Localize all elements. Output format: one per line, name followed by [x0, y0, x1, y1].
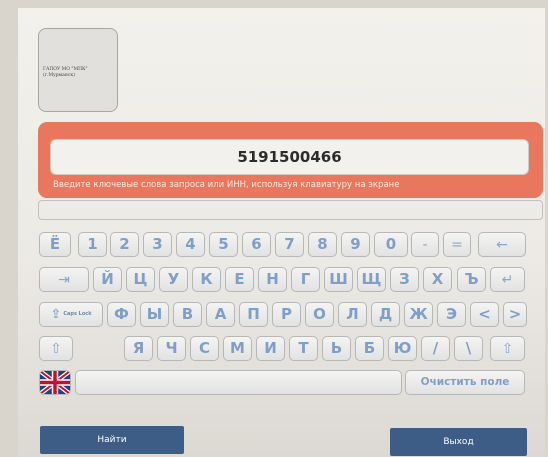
key-greater-than[interactable]: > [503, 302, 527, 327]
key-с[interactable]: С [190, 336, 219, 361]
key-д[interactable]: Д [371, 302, 400, 327]
find-button[interactable]: Найти [40, 426, 184, 454]
key-й[interactable]: Й [93, 267, 122, 292]
shift-right-key[interactable]: ⇧ [490, 336, 525, 361]
shift-left-key[interactable]: ⇧ [39, 336, 73, 361]
uk-flag-icon [40, 371, 70, 394]
key-а[interactable]: А [206, 302, 235, 327]
key-ш[interactable]: Ш [324, 267, 353, 292]
key-э[interactable]: Э [437, 302, 466, 327]
key-ы[interactable]: Ы [140, 302, 169, 327]
kiosk-screen: ГАПОУ МО "МПК" (г.Мурманск) 5191500466 В… [18, 8, 545, 457]
tab-key[interactable]: ⇥ [39, 267, 89, 292]
key-ъ[interactable]: Ъ [457, 267, 486, 292]
key-less-than[interactable]: < [470, 302, 499, 327]
search-hint: Введите ключевые слова запроса или ИНН, … [53, 180, 400, 190]
key-1[interactable]: 1 [78, 232, 107, 257]
key-п[interactable]: П [239, 302, 268, 327]
key-л[interactable]: Л [338, 302, 367, 327]
exit-button[interactable]: Выход [390, 428, 527, 456]
key-7[interactable]: 7 [275, 232, 304, 257]
key-т[interactable]: Т [289, 336, 318, 361]
key-9[interactable]: 9 [341, 232, 370, 257]
search-input[interactable]: 5191500466 [50, 139, 529, 175]
key-8[interactable]: 8 [308, 232, 337, 257]
key-б[interactable]: Б [355, 336, 384, 361]
key-я[interactable]: Я [124, 336, 153, 361]
key-ж[interactable]: Ж [404, 302, 433, 327]
caps-lock-key[interactable]: ⇪ Caps Lock [39, 302, 103, 327]
key-з[interactable]: З [390, 267, 419, 292]
key-4[interactable]: 4 [176, 232, 205, 257]
key-minus[interactable]: - [411, 232, 439, 257]
backspace-key[interactable]: ← [478, 232, 526, 257]
key-и[interactable]: И [256, 336, 285, 361]
key-щ[interactable]: Щ [357, 267, 386, 292]
key-yo[interactable]: Ё [39, 232, 71, 257]
key-3[interactable]: 3 [143, 232, 172, 257]
key-0[interactable]: 0 [374, 232, 408, 257]
key-ф[interactable]: Ф [107, 302, 136, 327]
key-х[interactable]: Х [423, 267, 452, 292]
key-р[interactable]: Р [272, 302, 301, 327]
key-2[interactable]: 2 [110, 232, 139, 257]
key-ц[interactable]: Ц [126, 267, 155, 292]
key-6[interactable]: 6 [242, 232, 271, 257]
organization-name-line2: (г.Мурманск) [43, 73, 75, 78]
clear-field-button[interactable]: Очистить поле [405, 370, 525, 395]
language-switch-key[interactable] [39, 370, 71, 395]
organization-logo-card: ГАПОУ МО "МПК" (г.Мурманск) [38, 28, 118, 112]
key-slash[interactable]: / [421, 336, 450, 361]
key-ч[interactable]: Ч [157, 336, 186, 361]
caps-lock-label: Caps Lock [63, 311, 92, 317]
caps-lock-icon: ⇪ [50, 307, 62, 322]
key-н[interactable]: Н [258, 267, 287, 292]
space-key[interactable] [75, 370, 402, 395]
enter-key[interactable]: ↵ [490, 267, 525, 292]
key-ь[interactable]: Ь [322, 336, 351, 361]
key-о[interactable]: О [305, 302, 334, 327]
key-г[interactable]: Г [291, 267, 320, 292]
key-е[interactable]: Е [225, 267, 254, 292]
key-5[interactable]: 5 [209, 232, 238, 257]
secondary-input-field[interactable] [38, 200, 543, 220]
key-equals[interactable]: = [443, 232, 471, 257]
key-м[interactable]: М [223, 336, 252, 361]
key-в[interactable]: В [173, 302, 202, 327]
key-к[interactable]: К [192, 267, 221, 292]
key-ю[interactable]: Ю [388, 336, 417, 361]
key-у[interactable]: У [159, 267, 188, 292]
key-backslash[interactable]: \ [454, 336, 483, 361]
organization-name: ГАПОУ МО "МПК" (г.Мурманск) [43, 67, 115, 79]
search-panel: 5191500466 Введите ключевые слова запрос… [38, 122, 543, 198]
